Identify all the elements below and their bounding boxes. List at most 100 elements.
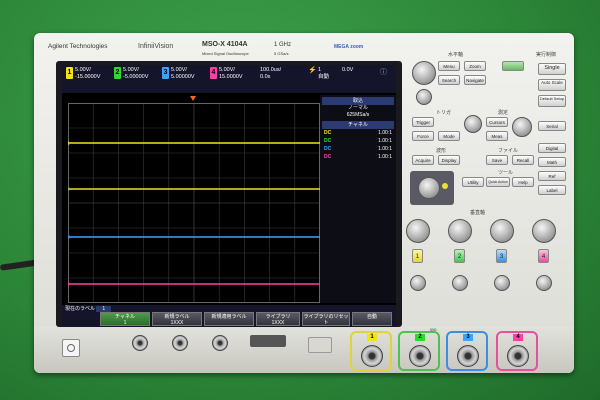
info-sidebar: 取込 ノーマル 625MSa/s チャネル DC 1.00:1 DC 1.00:1 … bbox=[320, 95, 396, 303]
channel-1-scale-knob[interactable] bbox=[406, 219, 430, 243]
horizontal-label: 水平軸 bbox=[448, 52, 464, 58]
digital-input-1-connector[interactable] bbox=[132, 335, 148, 351]
channel-2-button[interactable]: 2 bbox=[454, 249, 465, 263]
channel-2-offset: -5.00000V bbox=[123, 74, 149, 80]
serial-button[interactable]: Serial bbox=[538, 121, 566, 131]
channel-1-tag: 1 bbox=[66, 67, 73, 79]
softkey-2[interactable]: 新規ラベル 1XXX bbox=[152, 312, 202, 326]
softkey-6-top: 自動 bbox=[366, 314, 377, 320]
channel-1-status[interactable]: 1 5.00V/-15.0000V bbox=[66, 67, 100, 81]
quick-action-button[interactable]: Quick Action bbox=[486, 177, 510, 187]
math-button[interactable]: Math bbox=[538, 157, 566, 167]
help-button[interactable]: Help bbox=[512, 177, 534, 187]
vertical-label: 垂直軸 bbox=[470, 210, 486, 216]
softkey-6[interactable]: 自動 bbox=[352, 312, 392, 326]
channel-2-bnc[interactable] bbox=[409, 345, 431, 367]
timebase-value: 100.0us/ bbox=[260, 67, 282, 73]
channel-3-position-knob[interactable] bbox=[494, 275, 510, 291]
zoom-button[interactable]: Zoom bbox=[464, 61, 486, 71]
digital-input-3-connector[interactable] bbox=[212, 335, 228, 351]
channel-4-tag: 4 bbox=[210, 67, 217, 79]
channel-3-input-label: 3 bbox=[463, 334, 473, 341]
channel-3-button[interactable]: 3 bbox=[496, 249, 507, 263]
channel-1-offset: -15.0000V bbox=[75, 74, 101, 80]
softkey-3[interactable]: 新規適用ラベル bbox=[204, 312, 254, 326]
channel-2-marker: 2 bbox=[68, 187, 70, 193]
channel-4-input-label: 4 bbox=[513, 334, 523, 341]
channel-2-probe: 1.00:1 bbox=[378, 138, 392, 144]
channel-3-status[interactable]: 3 5.00V/5.00000V bbox=[162, 67, 195, 81]
utility-button[interactable]: Utility bbox=[462, 177, 484, 187]
mode-button[interactable]: Mode bbox=[438, 131, 460, 141]
label-button[interactable]: Label bbox=[538, 185, 566, 195]
usb-ports[interactable] bbox=[250, 335, 286, 347]
control-panel: 水平軸 実行制御 Menu Search Zoom Navigate Singl… bbox=[406, 49, 572, 327]
channel-2-scale-knob[interactable] bbox=[448, 219, 472, 243]
timebase-status[interactable]: 100.0us/0.0s bbox=[260, 67, 281, 81]
channel-3-marker: 3 bbox=[68, 235, 70, 241]
channel-2-tag: 2 bbox=[114, 67, 121, 79]
probe-comp-terminal[interactable] bbox=[308, 337, 332, 353]
cursors-button[interactable]: Cursors bbox=[486, 117, 508, 127]
ref-button[interactable]: Ref bbox=[538, 171, 566, 181]
softkey-title: 現在のラベル bbox=[65, 306, 96, 312]
softkey-2-bottom: 1XXX bbox=[170, 320, 184, 326]
brand-bandwidth: 1 GHz bbox=[274, 42, 292, 48]
channel-3-offset: 5.00000V bbox=[171, 74, 195, 80]
channel-4-coupling: DC bbox=[324, 154, 332, 160]
display-button[interactable]: Display bbox=[438, 155, 460, 165]
acquire-button[interactable]: Acquire bbox=[412, 155, 434, 165]
softkey-5-top: ライブラリのリセット bbox=[303, 314, 349, 326]
channel-2-coupling: DC bbox=[324, 138, 332, 144]
channel-1-probe: 1.00:1 bbox=[378, 130, 392, 136]
horizontal-position-knob[interactable] bbox=[416, 89, 432, 105]
tools-label: ツール bbox=[498, 170, 514, 176]
channel-3-scale: 5.00V/ bbox=[171, 67, 187, 73]
file-label: ファイル bbox=[498, 148, 519, 154]
channel-3-input-box: 3 bbox=[446, 331, 488, 371]
acquisition-rate: 625MSa/s bbox=[346, 112, 370, 118]
status-bar: 1 5.00V/-15.0000V 2 5.00V/-5.00000V 3 5.00V… bbox=[62, 65, 396, 93]
recall-button[interactable]: Recall bbox=[512, 155, 534, 165]
meas-button[interactable]: Meas bbox=[486, 131, 508, 141]
menu-button[interactable]: Menu bbox=[438, 61, 460, 71]
search-button[interactable]: Search bbox=[438, 75, 460, 85]
force-button[interactable]: Force bbox=[412, 131, 434, 141]
save-button[interactable]: Save bbox=[486, 155, 508, 165]
horizontal-scale-knob[interactable] bbox=[412, 61, 436, 85]
channel-1-button[interactable]: 1 bbox=[412, 249, 423, 263]
trigger-button[interactable]: Trigger bbox=[412, 117, 434, 127]
info-icon[interactable]: ⓘ bbox=[380, 69, 387, 76]
brand-model: MSO-X 4104A bbox=[202, 41, 248, 48]
auto-scale-button[interactable]: Auto Scale bbox=[538, 79, 566, 91]
channel-2-status[interactable]: 2 5.00V/-5.00000V bbox=[114, 67, 148, 81]
single-button[interactable]: Single bbox=[538, 63, 566, 75]
channel-4-status[interactable]: 4 5.00V/15.0000V bbox=[210, 67, 243, 81]
digital-input-2-connector[interactable] bbox=[172, 335, 188, 351]
softkey-1[interactable]: チャネル 1 bbox=[100, 312, 150, 326]
power-button[interactable] bbox=[62, 339, 80, 357]
acquisition-header: 取込 bbox=[322, 97, 394, 105]
channel-4-scale-knob[interactable] bbox=[532, 219, 556, 243]
channel-4-bnc[interactable] bbox=[507, 345, 529, 367]
channel-1-position-knob[interactable] bbox=[410, 275, 426, 291]
digital-button[interactable]: Digital bbox=[538, 143, 566, 153]
softkey-5[interactable]: ライブラリのリセット bbox=[302, 312, 350, 326]
run-stop-button[interactable] bbox=[502, 61, 524, 71]
navigate-button[interactable]: Navigate bbox=[464, 75, 486, 85]
channel-1-bnc[interactable] bbox=[361, 345, 383, 367]
softkey-4[interactable]: ライブラリ 1XXX bbox=[256, 312, 300, 326]
channel-2-position-knob[interactable] bbox=[452, 275, 468, 291]
channel-1-scale: 5.00V/ bbox=[75, 67, 91, 73]
cursor-knob[interactable] bbox=[512, 117, 532, 137]
acquisition-mode: ノーマル bbox=[347, 105, 368, 111]
entry-knob[interactable] bbox=[418, 177, 440, 199]
default-setup-button[interactable]: Default Setup bbox=[538, 95, 566, 107]
trigger-status[interactable]: 1 自動 bbox=[318, 67, 329, 81]
channel-4-position-knob[interactable] bbox=[536, 275, 552, 291]
channel-3-scale-knob[interactable] bbox=[490, 219, 514, 243]
megazoom-logo: MEGA zoom bbox=[334, 44, 364, 50]
trigger-level-knob[interactable] bbox=[464, 115, 482, 133]
channel-3-bnc[interactable] bbox=[457, 345, 479, 367]
channel-4-button[interactable]: 4 bbox=[538, 249, 549, 263]
